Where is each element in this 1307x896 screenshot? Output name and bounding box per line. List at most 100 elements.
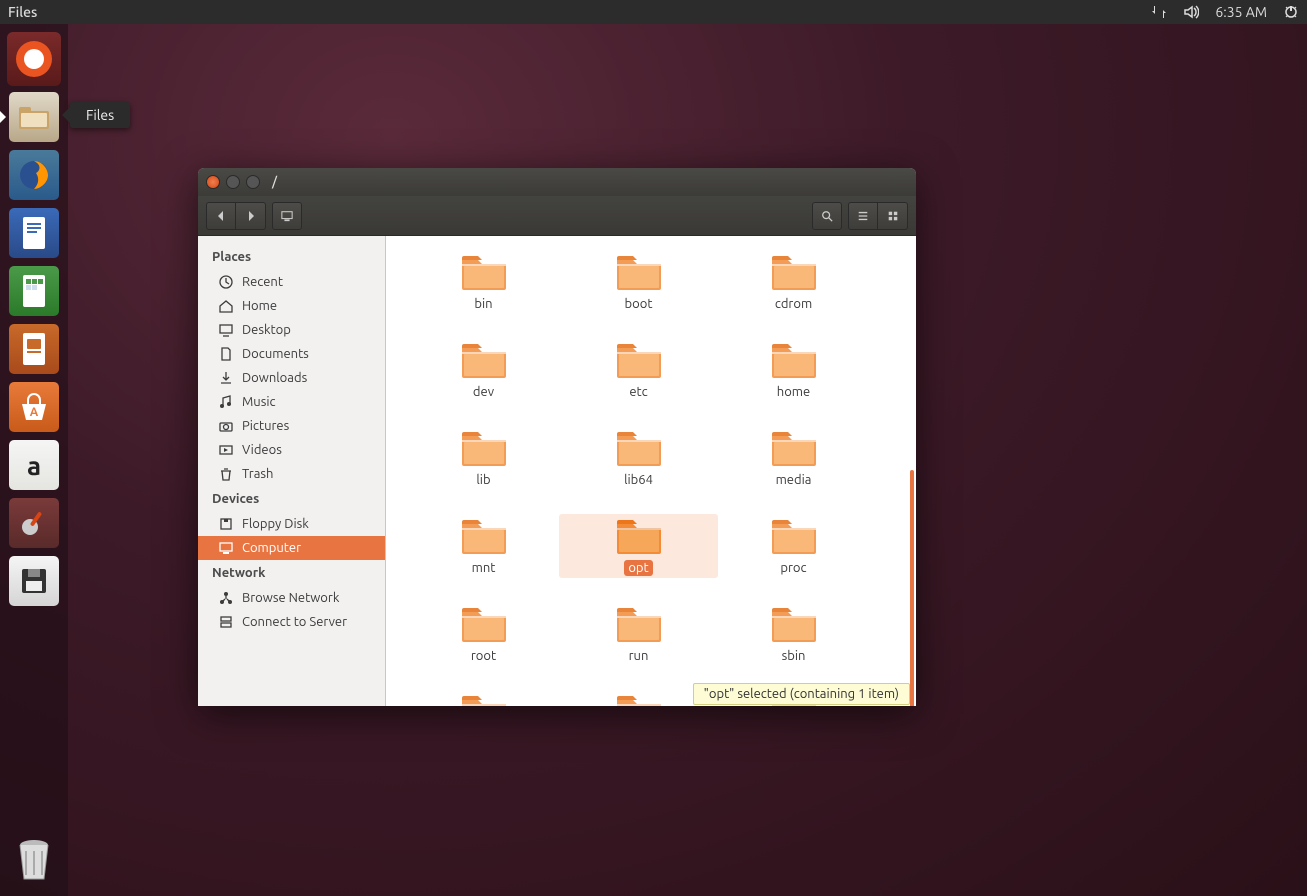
folder-label: proc	[776, 560, 810, 576]
folder-etc[interactable]: etc	[561, 340, 716, 400]
window-title: /	[272, 175, 277, 189]
content-pane[interactable]: bin boot cdrom dev etc home lib lib64 media mnt op…	[386, 236, 916, 706]
scrollbar-thumb[interactable]	[910, 470, 914, 706]
nautilus-window: / PlacesRecentHomeDesktopDocumentsDownlo…	[198, 168, 916, 706]
sidebar-item-connect-to-server[interactable]: Connect to Server	[198, 610, 385, 634]
sidebar-item-label: Floppy Disk	[242, 517, 309, 531]
sidebar-item-pictures[interactable]: Pictures	[198, 414, 385, 438]
clock[interactable]: 6:35 AM	[1215, 4, 1267, 20]
sidebar-item-desktop[interactable]: Desktop	[198, 318, 385, 342]
folder-icon	[460, 428, 508, 468]
launcher-settings[interactable]	[7, 496, 61, 550]
folder-icon	[615, 252, 663, 292]
view-grid-button[interactable]	[878, 202, 908, 230]
sidebar-item-videos[interactable]: Videos	[198, 438, 385, 462]
launcher-impress[interactable]	[7, 322, 61, 376]
folder-icon	[770, 252, 818, 292]
home-icon	[218, 298, 234, 314]
sidebar-item-computer[interactable]: Computer	[198, 536, 385, 560]
sidebar-item-label: Music	[242, 395, 276, 409]
launcher-firefox[interactable]	[7, 148, 61, 202]
sidebar-item-documents[interactable]: Documents	[198, 342, 385, 366]
launcher-files[interactable]	[7, 90, 61, 144]
launcher-dash[interactable]	[7, 32, 61, 86]
folder-icon	[460, 340, 508, 380]
folder-label: dev	[469, 384, 498, 400]
folder-label: cdrom	[771, 296, 816, 312]
video-icon	[218, 442, 234, 458]
folder-proc[interactable]: proc	[716, 516, 871, 576]
sidebar-item-floppy-disk[interactable]: Floppy Disk	[198, 512, 385, 536]
folder-icon	[615, 340, 663, 380]
folder-icon	[460, 252, 508, 292]
sidebar-item-home[interactable]: Home	[198, 294, 385, 318]
window-minimize-button[interactable]	[226, 175, 240, 189]
folder-icon	[460, 604, 508, 644]
folder-icon	[615, 692, 663, 706]
folder-sbin[interactable]: sbin	[716, 604, 871, 664]
folder-label: lib64	[620, 472, 657, 488]
floppy-icon	[218, 516, 234, 532]
sidebar-item-label: Trash	[242, 467, 273, 481]
folder-label: home	[773, 384, 814, 400]
sidebar-item-label: Documents	[242, 347, 309, 361]
svg-text:A: A	[30, 406, 39, 419]
folder-icon	[615, 516, 663, 556]
folder-root[interactable]: root	[406, 604, 561, 664]
path-computer-button[interactable]	[272, 202, 302, 230]
download-icon	[218, 370, 234, 386]
folder-dev[interactable]: dev	[406, 340, 561, 400]
folder-media[interactable]: media	[716, 428, 871, 488]
folder-label: boot	[621, 296, 657, 312]
unity-launcher: A a	[0, 24, 68, 896]
view-list-button[interactable]	[848, 202, 878, 230]
launcher-calc[interactable]	[7, 264, 61, 318]
folder-bin[interactable]: bin	[406, 252, 561, 312]
sidebar-item-label: Home	[242, 299, 277, 313]
folder-srv[interactable]: srv	[406, 692, 561, 706]
folder-mnt[interactable]: mnt	[406, 516, 561, 576]
folder-cdrom[interactable]: cdrom	[716, 252, 871, 312]
back-button[interactable]	[206, 202, 236, 230]
folder-boot[interactable]: boot	[561, 252, 716, 312]
folder-lib[interactable]: lib	[406, 428, 561, 488]
sidebar-item-trash[interactable]: Trash	[198, 462, 385, 486]
volume-indicator-icon[interactable]	[1183, 4, 1199, 20]
launcher-floppy[interactable]	[7, 554, 61, 608]
window-close-button[interactable]	[206, 175, 220, 189]
folder-label: opt	[624, 560, 652, 576]
window-maximize-button[interactable]	[246, 175, 260, 189]
sidebar-item-recent[interactable]: Recent	[198, 270, 385, 294]
power-indicator-icon[interactable]	[1283, 4, 1299, 20]
sidebar-item-label: Recent	[242, 275, 283, 289]
network-indicator-icon[interactable]	[1151, 4, 1167, 20]
desktop-icon	[218, 322, 234, 338]
sidebar-item-label: Pictures	[242, 419, 289, 433]
search-button[interactable]	[812, 202, 842, 230]
top-menubar: Files 6:35 AM	[0, 0, 1307, 24]
folder-icon	[770, 604, 818, 644]
folder-opt[interactable]: opt	[559, 514, 718, 578]
network-icon	[218, 590, 234, 606]
sidebar-item-label: Connect to Server	[242, 615, 347, 629]
sidebar-item-music[interactable]: Music	[198, 390, 385, 414]
launcher-trash[interactable]	[7, 832, 61, 886]
folder-home[interactable]: home	[716, 340, 871, 400]
forward-button[interactable]	[236, 202, 266, 230]
launcher-writer[interactable]	[7, 206, 61, 260]
sidebar-item-label: Computer	[242, 541, 301, 555]
folder-run[interactable]: run	[561, 604, 716, 664]
window-titlebar[interactable]: /	[198, 168, 916, 196]
sidebar-item-downloads[interactable]: Downloads	[198, 366, 385, 390]
sidebar-item-label: Browse Network	[242, 591, 339, 605]
folder-label: etc	[625, 384, 651, 400]
sidebar-item-label: Desktop	[242, 323, 291, 337]
folder-lib64[interactable]: lib64	[561, 428, 716, 488]
sidebar-item-browse-network[interactable]: Browse Network	[198, 586, 385, 610]
status-bar: "opt" selected (containing 1 item)	[693, 683, 910, 705]
sidebar-item-label: Downloads	[242, 371, 307, 385]
server-icon	[218, 614, 234, 630]
launcher-software[interactable]: A	[7, 380, 61, 434]
launcher-amazon[interactable]: a	[7, 438, 61, 492]
menubar-app-name[interactable]: Files	[8, 4, 37, 20]
